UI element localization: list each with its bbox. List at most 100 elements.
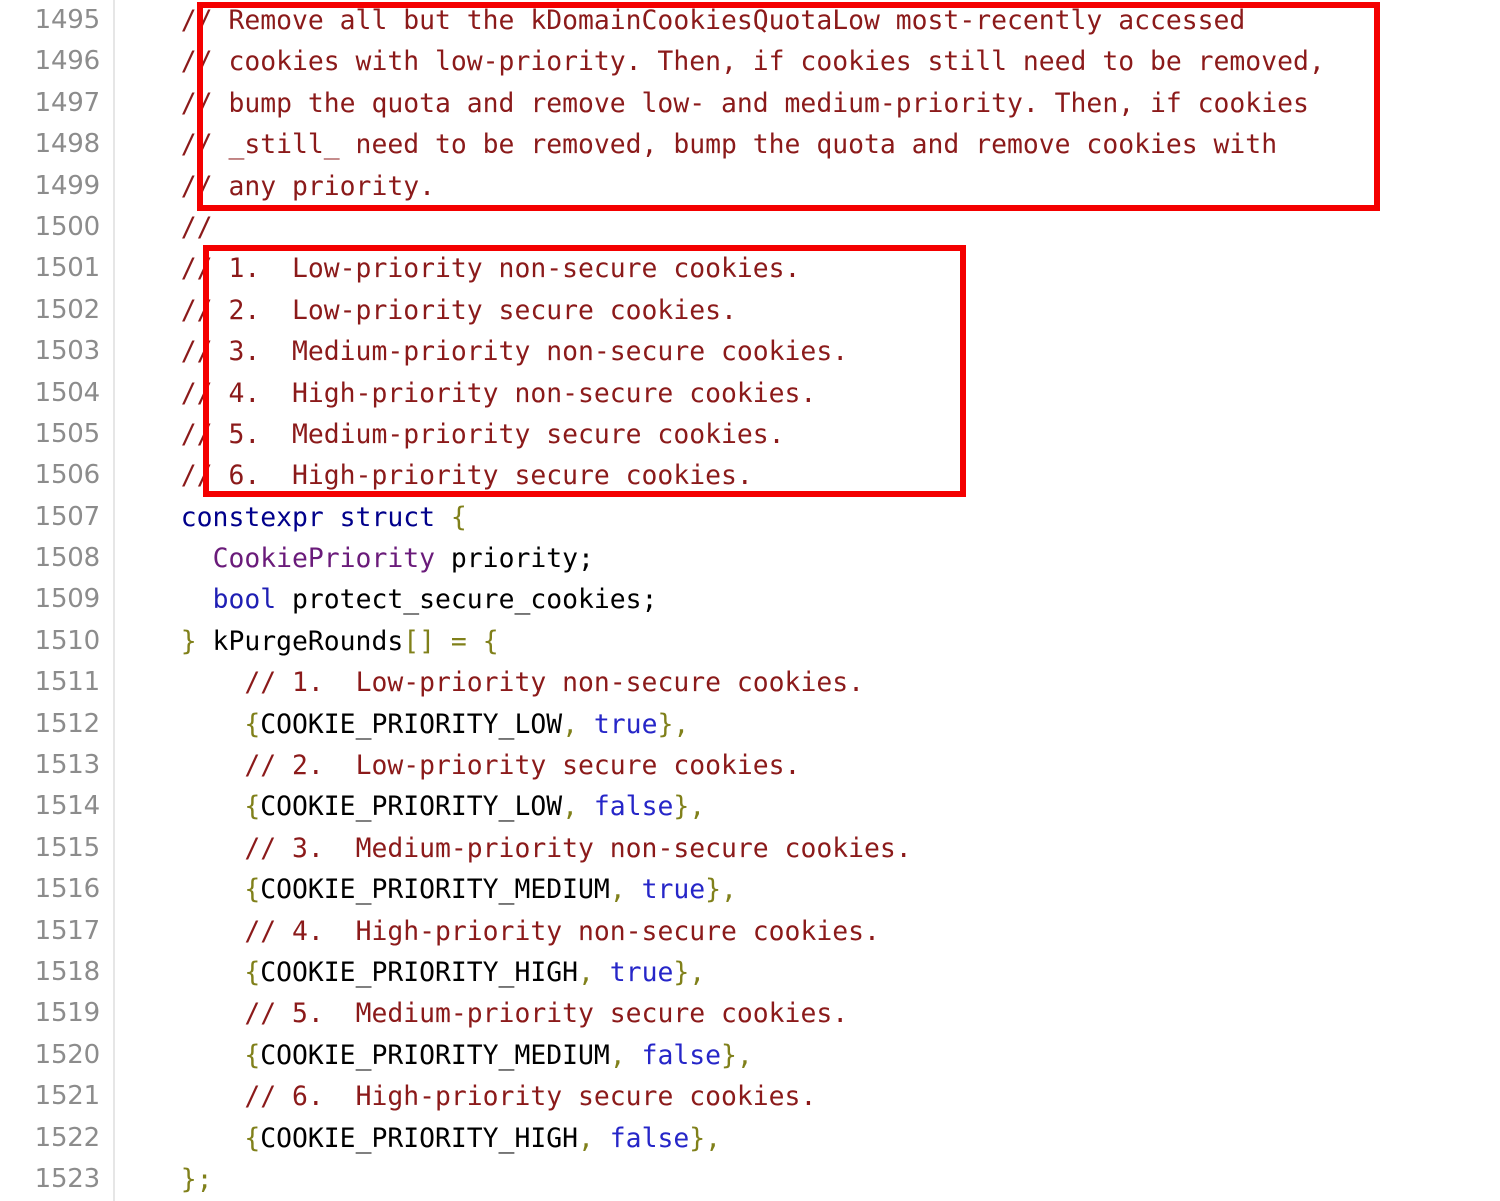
line-code[interactable]: bool protect_secure_cookies; — [149, 579, 658, 620]
code-line[interactable]: 1507 constexpr struct { — [0, 497, 1500, 538]
code-line[interactable]: 1497 // bump the quota and remove low- a… — [0, 83, 1500, 124]
code-line[interactable]: 1509 bool protect_secure_cookies; — [0, 579, 1500, 620]
code-token-literal: true — [641, 874, 706, 906]
code-token-punct: , — [609, 1039, 626, 1071]
code-token-comment: // any priority. — [180, 170, 435, 202]
line-code[interactable]: // 4. High-priority non-secure cookies. — [149, 373, 817, 414]
code-token-comment: // Remove all but the kDomainCookiesQuot… — [180, 5, 1246, 36]
code-line[interactable]: 1512 {COOKIE_PRIORITY_LOW, true}, — [0, 704, 1500, 745]
line-number: 1500 — [34, 211, 101, 242]
code-line[interactable]: 1515 // 3. Medium-priority non-secure co… — [0, 828, 1500, 869]
line-code[interactable]: {COOKIE_PRIORITY_MEDIUM, false}, — [149, 1035, 753, 1076]
code-token-plain: priority; — [435, 543, 594, 575]
code-line[interactable]: 1504 // 4. High-priority non-secure cook… — [0, 373, 1500, 414]
line-code[interactable]: // 5. Medium-priority secure cookies. — [149, 414, 785, 455]
code-token-plain: COOKIE_PRIORITY_HIGH — [260, 956, 579, 988]
code-line[interactable]: 1508 CookiePriority priority; — [0, 538, 1500, 579]
code-token-comment: // 5. Medium-priority secure cookies. — [244, 998, 849, 1030]
line-code[interactable]: // cookies with low-priority. Then, if c… — [149, 41, 1325, 82]
line-code[interactable]: // 2. Low-priority secure cookies. — [149, 290, 737, 331]
code-line[interactable]: 1523 }; — [0, 1159, 1500, 1200]
line-code[interactable]: {COOKIE_PRIORITY_HIGH, false}, — [149, 1118, 721, 1159]
line-code[interactable]: // 6. High-priority secure cookies. — [149, 1076, 816, 1117]
code-token-punct: , — [736, 1039, 753, 1071]
code-token-comment: // 2. Low-priority secure cookies. — [180, 294, 737, 326]
line-code[interactable]: // _still_ need to be removed, bump the … — [149, 124, 1277, 165]
code-token-punct: = — [450, 625, 467, 657]
line-number: 1504 — [34, 377, 101, 408]
code-line[interactable]: 1496 // cookies with low-priority. Then,… — [0, 41, 1500, 82]
code-line[interactable]: 1505 // 5. Medium-priority secure cookie… — [0, 414, 1500, 455]
line-code[interactable]: {COOKIE_PRIORITY_LOW, false}, — [149, 786, 705, 827]
line-code[interactable]: {COOKIE_PRIORITY_MEDIUM, true}, — [149, 869, 737, 910]
line-number: 1514 — [34, 791, 101, 822]
line-code[interactable]: // 2. Low-priority secure cookies. — [149, 745, 800, 786]
line-code[interactable]: // 6. High-priority secure cookies. — [149, 455, 753, 496]
code-token-plain: COOKIE_PRIORITY_LOW — [260, 708, 563, 740]
code-line[interactable]: 1506 // 6. High-priority secure cookies. — [0, 455, 1500, 496]
line-code[interactable]: // — [149, 207, 213, 248]
line-code[interactable]: } kPurgeRounds[] = { — [149, 621, 499, 662]
code-line[interactable]: 1501 // 1. Low-priority non-secure cooki… — [0, 248, 1500, 289]
code-line[interactable]: 1500 // — [0, 207, 1500, 248]
code-line[interactable]: 1511 // 1. Low-priority non-secure cooki… — [0, 662, 1500, 703]
code-line[interactable]: 1519 // 5. Medium-priority secure cookie… — [0, 993, 1500, 1034]
code-line[interactable]: 1495 // Remove all but the kDomainCookie… — [0, 0, 1500, 41]
code-token-plain: COOKIE_PRIORITY_MEDIUM — [260, 1039, 610, 1071]
code-line[interactable]: 1518 {COOKIE_PRIORITY_HIGH, true}, — [0, 952, 1500, 993]
line-code[interactable]: // any priority. — [149, 166, 435, 207]
line-code[interactable]: // 3. Medium-priority non-secure cookies… — [149, 828, 911, 869]
code-line[interactable]: 1516 {COOKIE_PRIORITY_MEDIUM, true}, — [0, 869, 1500, 910]
code-line[interactable]: 1522 {COOKIE_PRIORITY_HIGH, false}, — [0, 1118, 1500, 1159]
line-number: 1497 — [34, 87, 101, 118]
code-token-punct: { — [244, 874, 261, 906]
code-token-plain: protect_secure_cookies; — [276, 584, 658, 616]
code-line-list[interactable]: 1495 // Remove all but the kDomainCookie… — [0, 0, 1500, 1200]
code-token-punct: { — [244, 956, 261, 988]
code-line[interactable]: 1517 // 4. High-priority non-secure cook… — [0, 911, 1500, 952]
line-code[interactable]: // 1. Low-priority non-secure cookies. — [149, 662, 864, 703]
code-token-punct: , — [578, 1122, 594, 1154]
code-line[interactable]: 1502 // 2. Low-priority secure cookies. — [0, 290, 1500, 331]
line-code[interactable]: {COOKIE_PRIORITY_HIGH, true}, — [149, 952, 705, 993]
code-line[interactable]: 1514 {COOKIE_PRIORITY_LOW, false}, — [0, 786, 1500, 827]
line-number: 1506 — [34, 460, 101, 491]
line-code[interactable]: constexpr struct { — [149, 497, 467, 538]
code-token-literal: false — [593, 791, 674, 823]
line-code[interactable]: CookiePriority priority; — [149, 538, 594, 579]
code-line[interactable]: 1510 } kPurgeRounds[] = { — [0, 621, 1500, 662]
code-token-punct: , — [689, 956, 706, 988]
line-number: 1523 — [34, 1163, 101, 1194]
line-code[interactable]: // 4. High-priority non-secure cookies. — [149, 911, 880, 952]
code-line[interactable]: 1520 {COOKIE_PRIORITY_MEDIUM, false}, — [0, 1035, 1500, 1076]
line-number: 1501 — [34, 253, 101, 284]
code-line[interactable]: 1499 // any priority. — [0, 166, 1500, 207]
code-token-literal: false — [609, 1122, 690, 1154]
line-code[interactable]: }; — [149, 1159, 213, 1200]
code-line[interactable]: 1521 // 6. High-priority secure cookies. — [0, 1076, 1500, 1117]
code-line[interactable]: 1513 // 2. Low-priority secure cookies. — [0, 745, 1500, 786]
code-line[interactable]: 1498 // _still_ need to be removed, bump… — [0, 124, 1500, 165]
line-code[interactable]: // bump the quota and remove low- and me… — [149, 83, 1309, 124]
code-token-builtin: bool — [212, 584, 277, 616]
code-token-punct: } — [673, 791, 690, 823]
code-line[interactable]: 1503 // 3. Medium-priority non-secure co… — [0, 331, 1500, 372]
line-code[interactable]: // 5. Medium-priority secure cookies. — [149, 993, 848, 1034]
code-token-punct: } — [689, 1122, 706, 1154]
code-token-punct: , — [562, 791, 579, 823]
code-token-comment: // 5. Medium-priority secure cookies. — [180, 418, 785, 450]
code-token-punct: { — [244, 708, 261, 740]
line-code[interactable]: {COOKIE_PRIORITY_LOW, true}, — [149, 704, 689, 745]
code-token-keyword: struct — [339, 501, 436, 533]
line-code[interactable]: // 1. Low-priority non-secure cookies. — [149, 248, 801, 289]
line-code[interactable]: // 3. Medium-priority non-secure cookies… — [149, 331, 848, 372]
code-token-literal: true — [593, 708, 658, 740]
line-code[interactable]: // Remove all but the kDomainCookiesQuot… — [149, 0, 1246, 41]
